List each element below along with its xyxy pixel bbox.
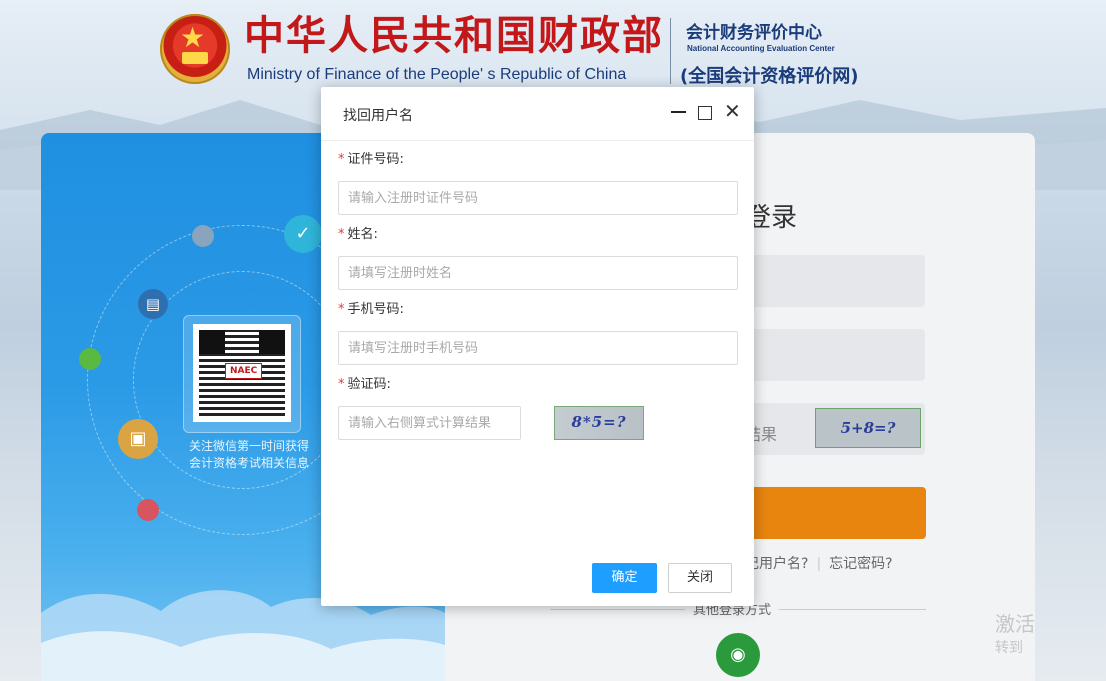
captcha-label: * 验证码: <box>338 376 738 394</box>
link-separator: | <box>816 556 822 572</box>
watermark-line1: 激活 <box>995 612 1035 636</box>
qr-caption-line2: 会计资格考试相关信息 <box>188 456 309 470</box>
name-row: * 姓名: <box>338 226 738 290</box>
qr-caption: 关注微信第一时间获得 会计资格考试相关信息 <box>179 438 319 472</box>
decor-dot-gray <box>192 225 214 247</box>
phone-input[interactable] <box>338 331 738 365</box>
login-links: 记用户名? | 忘记密码? <box>745 553 893 573</box>
id-number-row: * 证件号码: <box>338 151 738 215</box>
center-title-en: National Accounting Evaluation Center <box>687 44 835 53</box>
qr-badge: NAEC <box>225 363 263 379</box>
required-mark: * <box>338 227 345 242</box>
name-label: * 姓名: <box>338 226 738 244</box>
id-number-label-text: 证件号码: <box>347 152 404 167</box>
captcha-label-text: 验证码: <box>347 377 391 392</box>
site-header: ★ 中华人民共和国财政部 Ministry of Finance of the … <box>0 0 1106 100</box>
ministry-title-en: Ministry of Finance of the People' s Rep… <box>247 66 627 83</box>
login-button[interactable] <box>745 487 926 539</box>
qr-caption-line1: 关注微信第一时间获得 <box>188 439 309 453</box>
close-button[interactable]: 关闭 <box>668 563 732 593</box>
windows-activation-watermark: 激活 转到 <box>995 612 1035 660</box>
id-number-input[interactable] <box>338 181 738 215</box>
decor-dot-green <box>79 348 101 370</box>
minimize-icon[interactable] <box>670 101 686 121</box>
national-emblem-icon: ★ <box>160 14 230 84</box>
password-input-bg[interactable] <box>745 329 925 381</box>
wechat-icon[interactable]: ◉ <box>716 633 760 677</box>
wechat-qr-code: NAEC <box>193 324 291 422</box>
dialog-window-controls: ✕ <box>670 101 741 121</box>
login-captcha-image[interactable]: 5+8=? <box>815 408 921 448</box>
captcha-row: *验证码: 8*5=? <box>338 376 738 440</box>
center-title-cn: 会计财务评价中心 <box>686 23 822 43</box>
decor-dot-red <box>137 499 159 521</box>
confirm-button[interactable]: 确定 <box>592 563 657 593</box>
close-icon[interactable]: ✕ <box>724 101 741 121</box>
id-card-icon: ▣ <box>118 419 158 459</box>
required-mark: * <box>338 377 345 392</box>
center-subtitle: (全国会计资格评价网) <box>680 66 859 87</box>
forgot-password-link[interactable]: 忘记密码? <box>829 556 892 572</box>
document-icon: ▤ <box>138 289 168 319</box>
retrieve-username-dialog: 找回用户名 ✕ *证件号码: *姓名: *手机号码: *验证码: 8*5=? 确… <box>321 87 754 606</box>
dialog-title: 找回用户名 <box>343 108 413 124</box>
dialog-header[interactable]: 找回用户名 ✕ <box>321 87 754 141</box>
captcha-input[interactable] <box>338 406 521 440</box>
required-mark: * <box>338 152 345 167</box>
shield-check-icon: ✓ <box>284 215 322 253</box>
id-number-label: * 证件号码: <box>338 151 738 169</box>
required-mark: * <box>338 302 345 317</box>
captcha-image[interactable]: 8*5=? <box>554 406 644 440</box>
phone-row: * 手机号码: <box>338 301 738 365</box>
name-label-text: 姓名: <box>347 227 378 242</box>
phone-label: * 手机号码: <box>338 301 738 319</box>
forgot-username-link[interactable]: 记用户名? <box>745 556 808 572</box>
ministry-title-cn: 中华人民共和国财政部 <box>244 13 664 59</box>
header-divider <box>670 18 671 84</box>
name-input[interactable] <box>338 256 738 290</box>
watermark-line2: 转到 <box>995 640 1023 656</box>
maximize-icon[interactable] <box>698 105 712 120</box>
login-captcha-text: 5+8=? <box>840 419 896 437</box>
phone-label-text: 手机号码: <box>347 302 404 317</box>
username-input-bg[interactable] <box>745 255 925 307</box>
